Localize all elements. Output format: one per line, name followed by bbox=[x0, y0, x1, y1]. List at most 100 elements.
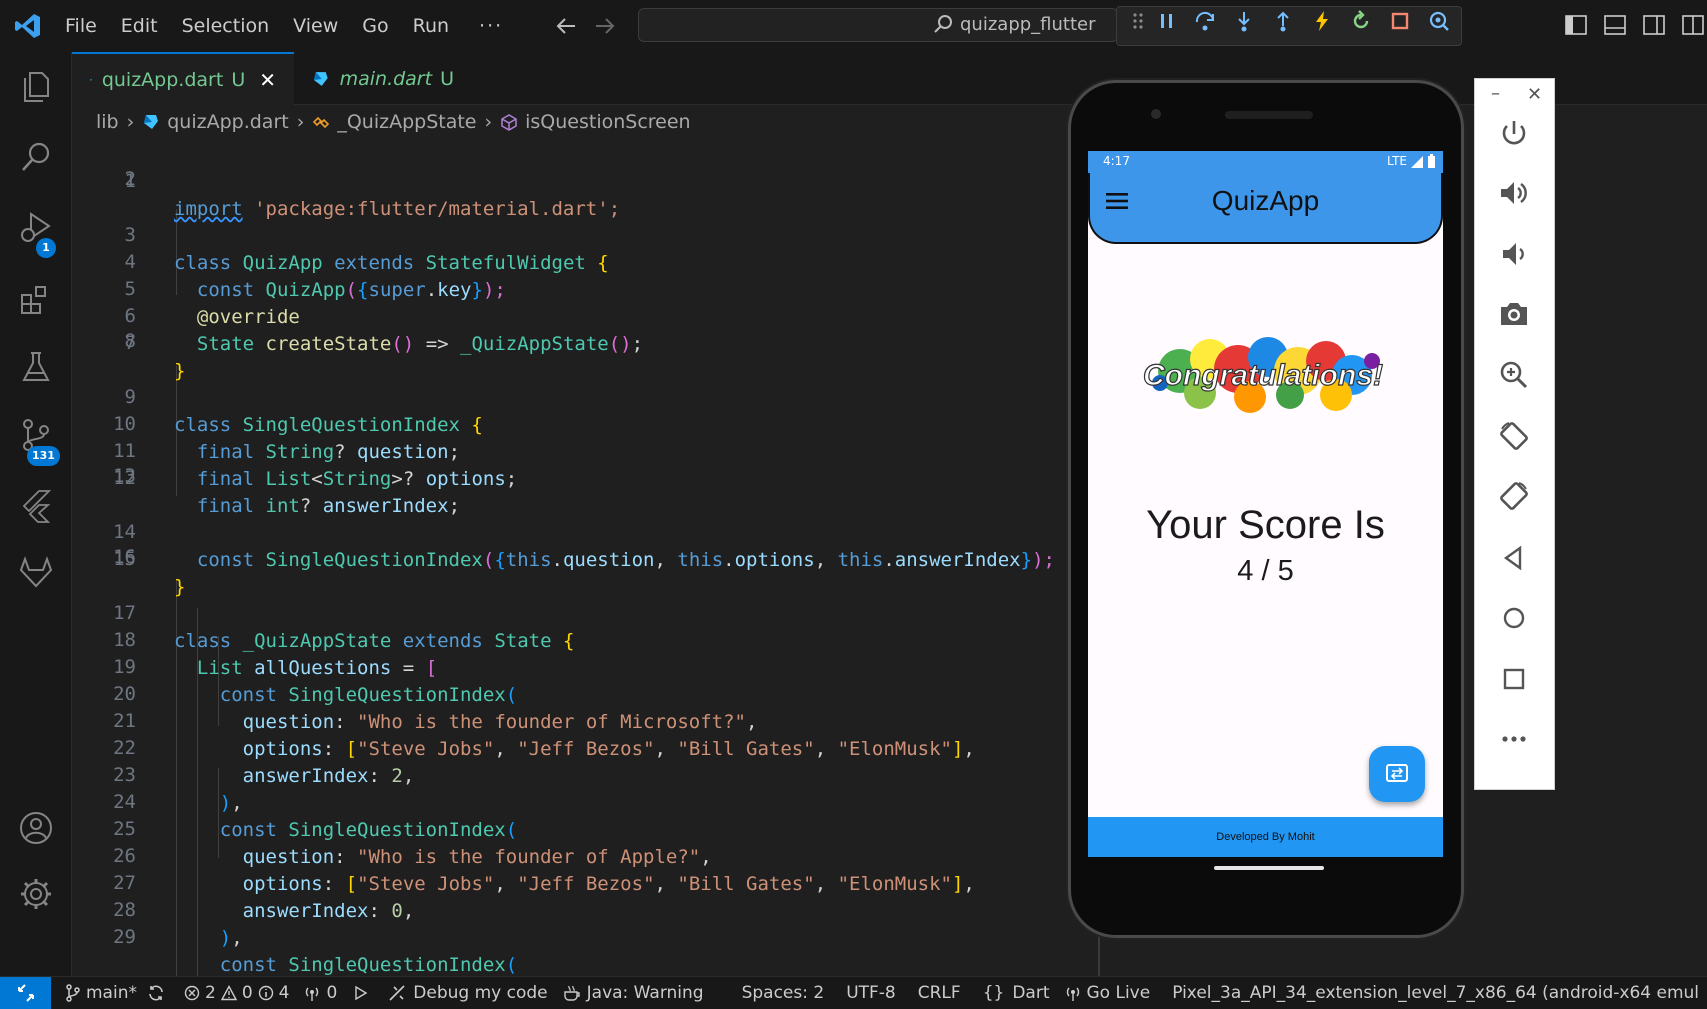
remote-icon bbox=[17, 984, 34, 1002]
rotate-left-icon[interactable] bbox=[1497, 419, 1531, 453]
indentation-status[interactable]: Spaces: 2 bbox=[742, 983, 825, 1003]
explorer-icon[interactable] bbox=[17, 67, 55, 105]
code-line: 14 const SingleQuestionIndex({this.quest… bbox=[72, 489, 1055, 572]
emulator-minimize-button[interactable]: – bbox=[1491, 83, 1500, 104]
back-arrow-icon[interactable] bbox=[555, 16, 577, 36]
earpiece-speaker bbox=[1225, 111, 1313, 119]
language-mode-status[interactable]: {} Dart bbox=[983, 983, 1050, 1003]
error-icon bbox=[184, 985, 200, 1001]
warning-count: 0 bbox=[241, 983, 253, 1003]
restart-quiz-fab[interactable] bbox=[1369, 746, 1425, 802]
code-editor[interactable]: 1 import 'package:flutter/material.dart'… bbox=[72, 138, 1072, 976]
accounts-icon[interactable] bbox=[17, 809, 55, 847]
device-screen[interactable]: 4:17 LTE QuizApp Congratulations! Your S… bbox=[1088, 151, 1443, 857]
volume-up-icon[interactable] bbox=[1497, 176, 1531, 210]
emulator-close-button[interactable]: ✕ bbox=[1527, 84, 1542, 105]
drag-handle-icon[interactable] bbox=[1127, 10, 1149, 32]
volume-down-icon[interactable] bbox=[1497, 237, 1531, 271]
more-options-icon[interactable] bbox=[1497, 722, 1531, 756]
power-icon[interactable] bbox=[1497, 117, 1531, 151]
line-number: 13 bbox=[113, 465, 136, 487]
dart-file-icon bbox=[144, 115, 159, 129]
code-line: 11 final List<String>? options; bbox=[72, 408, 517, 491]
toggle-primary-sidebar-icon[interactable] bbox=[1565, 15, 1587, 35]
untracked-flag: U bbox=[440, 67, 454, 90]
swap-screen-icon bbox=[1386, 764, 1408, 782]
forward-arrow-icon[interactable] bbox=[594, 16, 616, 36]
settings-gear-icon[interactable] bbox=[17, 875, 55, 913]
back-triangle-icon[interactable] bbox=[1497, 541, 1531, 575]
step-over-icon[interactable] bbox=[1194, 10, 1216, 32]
battery-icon bbox=[1428, 154, 1435, 168]
line-number: 8 bbox=[124, 330, 136, 352]
menu-view[interactable]: View bbox=[293, 15, 338, 37]
code-line: 25 question: "Who is the founder of Appl… bbox=[72, 786, 712, 869]
step-into-icon[interactable] bbox=[1233, 10, 1255, 32]
ports-status[interactable]: 0 bbox=[303, 983, 337, 1003]
menu-selection[interactable]: Selection bbox=[182, 15, 270, 37]
rotate-right-icon[interactable] bbox=[1497, 479, 1531, 513]
extensions-icon[interactable] bbox=[17, 280, 55, 318]
stop-icon[interactable] bbox=[1389, 10, 1411, 32]
overview-square-icon[interactable] bbox=[1497, 662, 1531, 696]
warning-icon bbox=[220, 985, 237, 1001]
java-status-label: Java: Warning bbox=[586, 983, 704, 1003]
customize-layout-icon[interactable] bbox=[1682, 15, 1704, 35]
run-and-debug-status[interactable] bbox=[351, 984, 374, 1002]
git-branch-status[interactable]: main* bbox=[65, 983, 170, 1003]
menu-edit[interactable]: Edit bbox=[121, 15, 158, 37]
search-view-icon[interactable] bbox=[17, 138, 55, 176]
encoding-status[interactable]: UTF-8 bbox=[846, 983, 896, 1003]
flutter-icon[interactable] bbox=[17, 486, 55, 524]
code-line: 10 final String? question; bbox=[72, 381, 460, 464]
breadcrumb-symbol[interactable]: isQuestionScreen bbox=[525, 111, 690, 133]
close-tab-icon[interactable]: ✕ bbox=[259, 68, 276, 92]
git-branch-icon bbox=[66, 984, 80, 1002]
debug-config-status[interactable]: Debug my code bbox=[388, 983, 548, 1003]
menu-go[interactable]: Go bbox=[362, 15, 388, 37]
vscode-logo-icon[interactable] bbox=[14, 12, 42, 40]
eol-status[interactable]: CRLF bbox=[918, 983, 961, 1003]
pause-icon[interactable] bbox=[1156, 10, 1178, 32]
menu-run[interactable]: Run bbox=[413, 15, 449, 37]
info-icon bbox=[258, 985, 273, 1001]
devtools-search-icon[interactable] bbox=[1428, 10, 1450, 32]
breadcrumb-lib[interactable]: lib bbox=[96, 111, 119, 133]
go-live-status[interactable]: Go Live bbox=[1064, 983, 1151, 1003]
tab-quizapp-dart[interactable]: quizApp.dart U ✕ bbox=[72, 52, 294, 105]
toggle-secondary-sidebar-icon[interactable] bbox=[1643, 15, 1665, 35]
hot-reload-icon[interactable] bbox=[1311, 10, 1333, 32]
breadcrumb-file[interactable]: quizApp.dart bbox=[167, 111, 288, 133]
device-selector-status[interactable]: Pixel_3a_API_34_extension_level_7_x86_64… bbox=[1172, 983, 1699, 1003]
sync-icon[interactable] bbox=[147, 984, 165, 1002]
breadcrumb-class[interactable]: _QuizAppState bbox=[337, 111, 476, 133]
zoom-icon[interactable] bbox=[1497, 358, 1531, 392]
status-network: LTE bbox=[1387, 154, 1407, 168]
breadcrumb: lib › quizApp.dart › _QuizAppState › isQ… bbox=[96, 108, 691, 136]
problems-status[interactable]: 2 0 4 bbox=[184, 983, 289, 1003]
toggle-panel-icon[interactable] bbox=[1604, 15, 1626, 35]
code-line: 20 question: "Who is the founder of Micr… bbox=[72, 651, 757, 734]
code-line: 4 const QuizApp({super.key}); bbox=[72, 219, 506, 302]
dart-file-icon bbox=[313, 71, 328, 86]
go-live-label: Go Live bbox=[1086, 983, 1151, 1003]
restart-icon[interactable] bbox=[1350, 10, 1372, 32]
menu-file[interactable]: File bbox=[65, 15, 97, 37]
code-line: 19 const SingleQuestionIndex( bbox=[72, 624, 517, 707]
step-out-icon[interactable] bbox=[1272, 10, 1294, 32]
code-line: 21 options: ["Steve Jobs", "Jeff Bezos",… bbox=[72, 678, 975, 761]
remote-indicator-button[interactable] bbox=[0, 976, 51, 1009]
camera-icon[interactable] bbox=[1497, 297, 1531, 331]
home-circle-icon[interactable] bbox=[1497, 601, 1531, 635]
tab-main-dart[interactable]: main.dart U bbox=[294, 52, 472, 105]
menu-more-button[interactable]: ··· bbox=[479, 15, 503, 37]
gesture-home-bar[interactable] bbox=[1214, 866, 1324, 870]
untracked-flag: U bbox=[231, 68, 246, 91]
java-status[interactable]: Java: Warning bbox=[562, 983, 704, 1003]
testing-icon[interactable] bbox=[17, 348, 55, 386]
chevron-right-icon: › bbox=[484, 111, 493, 133]
chevron-right-icon: › bbox=[296, 111, 305, 133]
java-cup-icon bbox=[563, 985, 580, 1001]
gitlab-icon[interactable] bbox=[17, 554, 55, 592]
line-number: 29 bbox=[113, 925, 136, 948]
